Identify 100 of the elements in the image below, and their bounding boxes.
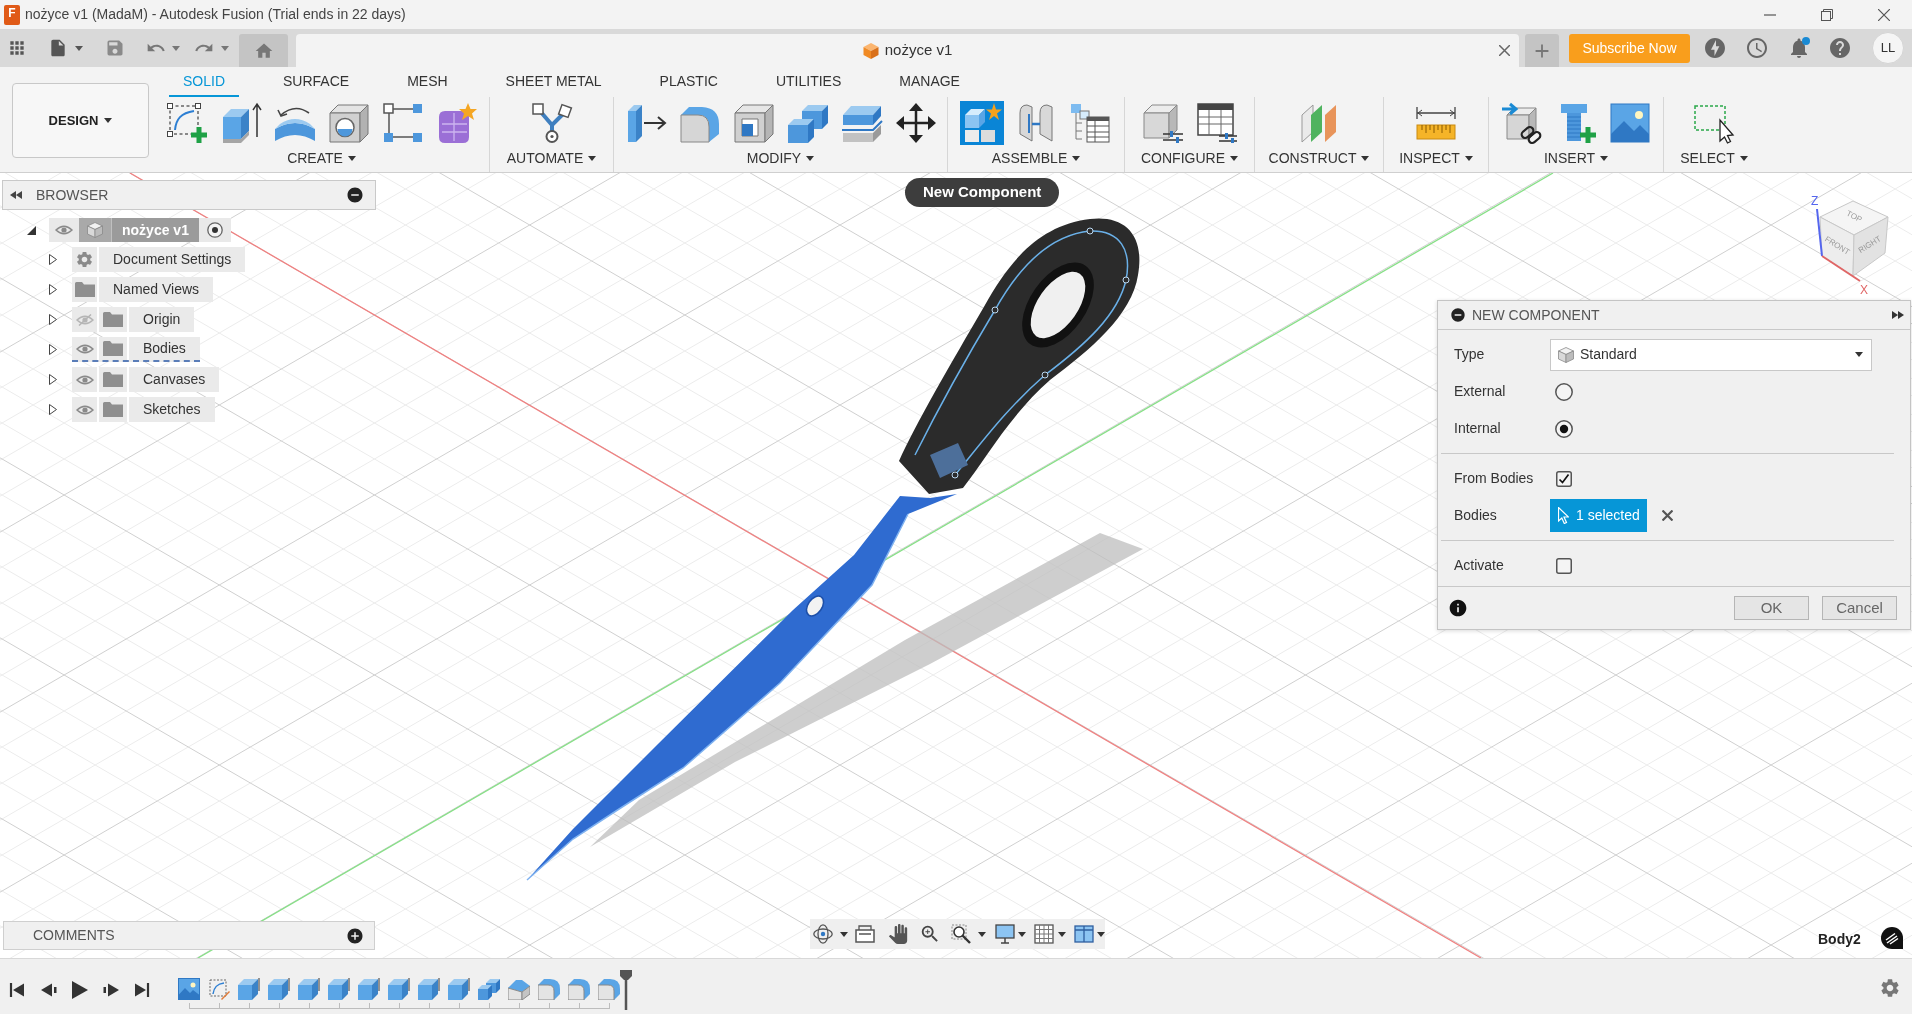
disclosure-triangle-icon[interactable] <box>49 284 57 295</box>
timeline-marker[interactable] <box>620 970 632 1010</box>
split-view-icon[interactable] <box>1074 924 1094 944</box>
toolbar-group-menu[interactable]: CREATE <box>287 150 356 166</box>
table-sliders-icon[interactable] <box>1194 101 1239 145</box>
apps-grid-icon[interactable] <box>7 38 27 58</box>
user-avatar[interactable]: LL <box>1872 32 1904 64</box>
disclosure-triangle-icon[interactable] <box>49 344 57 355</box>
sketch-plus-icon[interactable] <box>164 101 209 145</box>
box-icon[interactable] <box>298 978 320 1000</box>
new-tab-button[interactable] <box>1525 34 1559 67</box>
box-icon[interactable] <box>268 978 290 1000</box>
toolbar-group-menu[interactable]: MODIFY <box>746 150 815 166</box>
ribbon-tab[interactable]: MANAGE <box>885 67 974 97</box>
ribbon-tab[interactable]: PLASTIC <box>645 67 732 97</box>
caret-icon[interactable] <box>978 931 986 937</box>
scissors-blade[interactable] <box>526 494 957 881</box>
caret-icon[interactable] <box>1855 352 1863 357</box>
toolbar-group-menu[interactable]: INSERT <box>1543 150 1609 166</box>
stacked-cubes-icon[interactable] <box>478 978 500 1000</box>
radio-target-icon[interactable] <box>206 222 223 238</box>
double-triangle-icon[interactable] <box>1892 311 1904 319</box>
box-icon[interactable] <box>418 978 440 1000</box>
caret-icon[interactable] <box>1230 155 1238 161</box>
caret-icon[interactable] <box>75 45 83 51</box>
caret-icon[interactable] <box>840 931 848 937</box>
ribbon-tab[interactable]: MESH <box>393 67 462 97</box>
rounded-block-icon[interactable] <box>568 978 590 1000</box>
caret-icon[interactable] <box>1464 155 1473 161</box>
browser-item[interactable]: Bodies <box>72 337 200 362</box>
clock-icon[interactable] <box>1745 36 1769 60</box>
clear-icon[interactable] <box>1662 510 1673 521</box>
file-icon[interactable] <box>48 38 68 58</box>
eye-icon[interactable] <box>75 403 94 416</box>
box-icon[interactable] <box>388 978 410 1000</box>
caret-icon[interactable] <box>347 155 356 161</box>
box-hole-icon[interactable] <box>326 101 371 145</box>
radio-button[interactable] <box>1555 382 1573 401</box>
disclosure-triangle-icon[interactable] <box>49 254 57 265</box>
eye-icon[interactable] <box>75 342 94 355</box>
node-graph-icon[interactable] <box>529 101 574 145</box>
zoom-window-icon[interactable] <box>951 924 971 944</box>
caret-icon[interactable] <box>1097 931 1105 937</box>
document-tab[interactable]: nożyce v1 <box>296 34 1519 67</box>
step-forward-icon[interactable] <box>103 982 119 998</box>
disclosure-triangle-icon[interactable] <box>27 225 36 235</box>
browser-item[interactable]: Sketches <box>72 397 215 422</box>
eye-icon[interactable] <box>75 373 94 386</box>
caret-icon[interactable] <box>588 155 597 161</box>
caret-icon[interactable] <box>1072 155 1081 161</box>
radio-button[interactable] <box>1555 419 1573 438</box>
toolbar-group-menu[interactable]: ASSEMBLE <box>991 150 1081 166</box>
dialog-button[interactable]: OK <box>1734 596 1809 620</box>
orbit-icon[interactable] <box>813 924 833 944</box>
tree-table-icon[interactable] <box>1068 101 1112 145</box>
rounded-block-icon[interactable] <box>598 978 620 1000</box>
browser-item[interactable]: Origin <box>72 307 195 332</box>
box-link-icon[interactable] <box>1500 101 1544 145</box>
ribbon-tab[interactable]: SURFACE <box>269 67 364 97</box>
image-icon[interactable] <box>1608 101 1652 145</box>
speech-bubble-icon[interactable] <box>1881 927 1903 949</box>
look-at-icon[interactable] <box>855 924 875 944</box>
caret-icon[interactable] <box>1058 931 1066 937</box>
squares-pattern-icon[interactable] <box>380 101 425 145</box>
image-icon[interactable] <box>178 978 200 1000</box>
scissors-handle[interactable] <box>899 218 1140 494</box>
skip-end-icon[interactable] <box>134 982 150 998</box>
box-icon[interactable] <box>328 978 350 1000</box>
box-icon[interactable] <box>448 978 470 1000</box>
toolbar-group-menu[interactable]: INSPECT <box>1399 150 1473 166</box>
hollow-box-icon[interactable] <box>731 101 776 145</box>
disclosure-triangle-icon[interactable] <box>49 314 57 325</box>
step-back-icon[interactable] <box>41 982 57 998</box>
box-icon[interactable] <box>238 978 260 1000</box>
home-button[interactable] <box>239 34 288 67</box>
type-dropdown[interactable]: Standard <box>1550 338 1872 371</box>
caret-icon[interactable] <box>104 118 113 123</box>
settings-icon[interactable] <box>1879 977 1901 999</box>
checkbox[interactable] <box>1556 470 1572 487</box>
browser-item[interactable]: Canvases <box>72 367 220 392</box>
pan-hand-icon[interactable] <box>888 924 908 944</box>
caret-icon[interactable] <box>1018 931 1026 937</box>
rounded-block-icon[interactable] <box>538 978 560 1000</box>
close-icon[interactable] <box>1878 8 1890 21</box>
dialog-button[interactable]: Cancel <box>1822 596 1897 620</box>
workspace-dropdown[interactable]: DESIGN <box>12 83 149 158</box>
disclosure-triangle-icon[interactable] <box>49 374 57 385</box>
info-icon[interactable] <box>1448 598 1468 618</box>
disclosure-triangle-icon[interactable] <box>49 404 57 415</box>
double-triangle-icon[interactable] <box>10 191 22 199</box>
help-icon[interactable] <box>1828 36 1852 60</box>
eye-icon[interactable] <box>55 224 73 236</box>
toolbar-group-menu[interactable]: SELECT <box>1680 150 1748 166</box>
close-icon[interactable] <box>1499 45 1510 56</box>
box-sliders-icon[interactable] <box>1140 101 1185 145</box>
toolbar-group-menu[interactable]: CONFIGURE <box>1141 150 1238 166</box>
skip-start-icon[interactable] <box>9 982 25 998</box>
ribbon-tab[interactable]: UTILITIES <box>761 67 856 97</box>
zoom-icon[interactable] <box>919 923 941 945</box>
toolbar-group-menu[interactable]: CONSTRUCT <box>1268 150 1370 166</box>
